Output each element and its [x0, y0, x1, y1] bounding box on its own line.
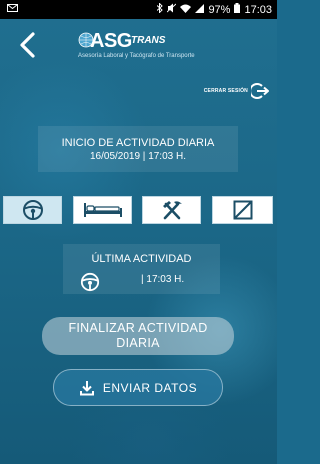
mute-icon	[167, 3, 177, 16]
bed-icon	[83, 203, 122, 217]
logo-suffix: TRANS	[131, 35, 166, 46]
clock: 17:03	[244, 3, 272, 16]
activity-type-tabs	[3, 196, 275, 226]
status-bar: 97% 17:03	[0, 0, 277, 19]
signal-icon	[195, 3, 205, 16]
download-icon	[79, 380, 94, 395]
steering-wheel-icon	[22, 200, 43, 220]
tab-work[interactable]	[142, 196, 201, 224]
square-slash-icon	[233, 200, 252, 220]
tab-driving[interactable]	[3, 196, 62, 224]
wifi-icon	[180, 4, 192, 16]
logout-icon	[251, 83, 269, 99]
asgtrans-logo: ASG TRANS Asesoría Laboral y Tacógrafo d…	[78, 30, 203, 64]
logo-word: ASG	[90, 30, 132, 52]
steering-wheel-icon	[80, 272, 100, 292]
logout-label: CERRAR SESIÓN	[203, 88, 248, 94]
battery-icon	[234, 3, 241, 16]
logo-tagline: Asesoría Laboral y Tacógrafo de Transpor…	[78, 53, 195, 59]
send-data-button[interactable]: ENVIAR DATOS	[53, 369, 223, 406]
bluetooth-icon	[157, 2, 164, 16]
finish-activity-button[interactable]: FINALIZAR ACTIVIDAD DIARIA	[42, 317, 234, 355]
battery-level: 97%	[208, 3, 231, 16]
send-data-label: ENVIAR DATOS	[102, 380, 198, 395]
back-button[interactable]	[12, 27, 44, 63]
activity-start-title: INICIO DE ACTIVIDAD DIARIA	[61, 137, 215, 149]
tab-rest[interactable]	[73, 196, 132, 224]
last-activity-time: | 17:03 H.	[141, 274, 185, 285]
activity-start-panel: INICIO DE ACTIVIDAD DIARIA 16/05/2019 | …	[38, 126, 238, 172]
chevron-left-icon	[20, 32, 35, 58]
mail-icon	[7, 3, 18, 15]
app-bar: ASG TRANS Asesoría Laboral y Tacógrafo d…	[0, 19, 277, 73]
last-activity-title: ÚLTIMA ACTIVIDAD	[91, 253, 192, 265]
activity-start-datetime: 16/05/2019 | 17:03 H.	[89, 151, 186, 162]
tab-availability[interactable]	[212, 196, 273, 224]
logout-button[interactable]: CERRAR SESIÓN	[204, 82, 269, 100]
hammer-pickaxe-icon	[162, 201, 182, 220]
last-activity-panel: ÚLTIMA ACTIVIDAD | 17:03 H.	[63, 244, 220, 294]
